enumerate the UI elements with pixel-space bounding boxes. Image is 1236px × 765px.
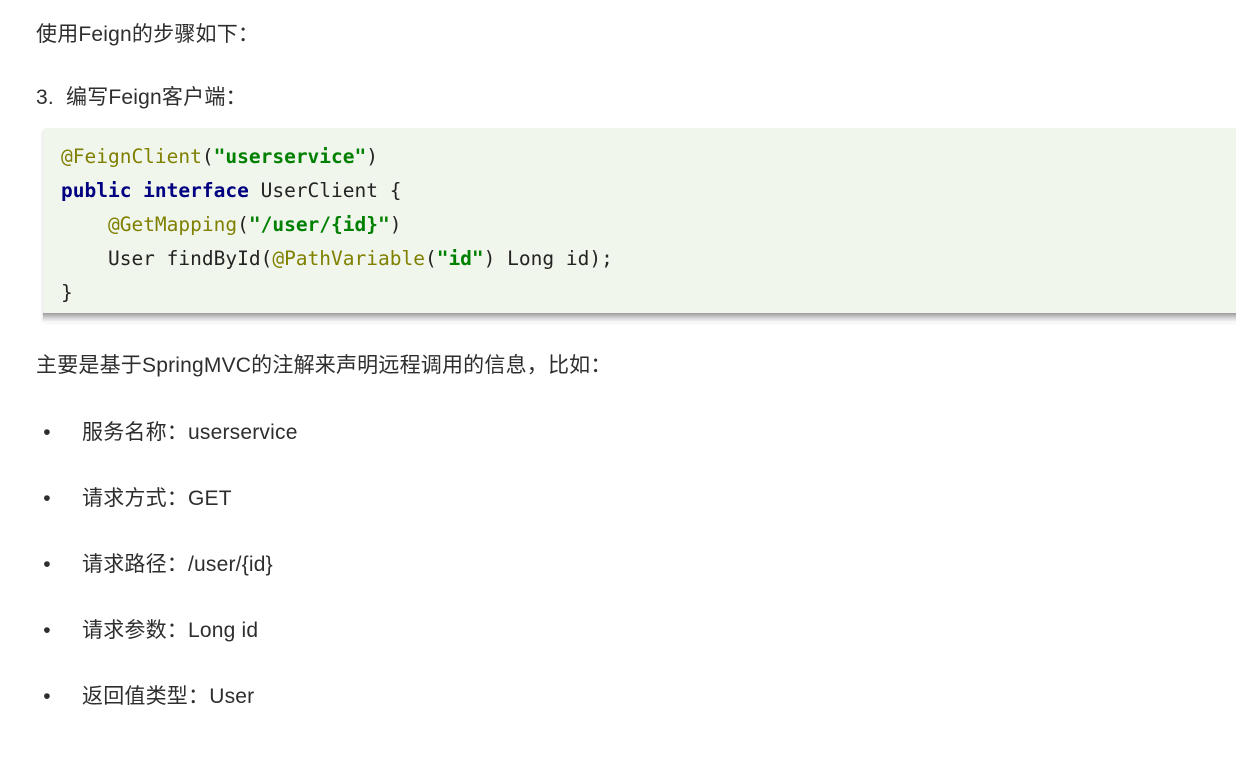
code-token-keyword: public interface [61,179,249,202]
code-token-plain: ) [366,145,379,168]
code-line: @FeignClient("userservice") [61,140,1236,174]
intro-paragraph: 使用Feign的步骤如下： [36,23,260,46]
list-item-label: 服务名称：userservice [82,421,298,444]
list-item: • 请求参数：Long id [36,616,1136,682]
code-token-string: "userservice" [213,145,367,168]
list-item: • 请求方式：GET [36,484,1136,550]
list-item-label: 返回值类型：User [82,685,255,708]
code-token-plain: User findById( [61,247,273,270]
list-item: • 请求路径：/user/{id} [36,550,1136,616]
code-token-string: "/user/{id}" [248,213,390,236]
document-page: 使用Feign的步骤如下： 3. 编写Feign客户端： @FeignClien… [0,0,1236,765]
code-token-string: "id" [436,247,484,270]
list-item-label: 请求路径：/user/{id} [82,553,273,576]
code-line: User findById(@PathVariable("id") Long i… [61,242,1236,276]
list-item-label: 请求方式：GET [82,487,232,510]
code-token-plain: ( [237,213,249,236]
bullet-list: • 服务名称：userservice • 请求方式：GET • 请求路径：/user/{i… [36,418,1136,748]
code-line: public interface UserClient { [61,174,1236,208]
code-token-plain: } [61,281,73,304]
code-line: @GetMapping("/user/{id}") [61,208,1236,242]
list-item: • 返回值类型：User [36,682,1136,748]
code-token-annotation: @PathVariable [272,247,425,270]
code-token-plain: ) Long id); [483,247,613,270]
list-item: • 服务名称：userservice [36,418,1136,484]
code-block: @FeignClient("userservice") public interf… [43,128,1236,320]
bullet-marker-icon: • [43,421,51,444]
step-text: 编写Feign客户端： [66,86,247,109]
body-paragraph: 主要是基于SpringMVC的注解来声明远程调用的信息，比如： [36,354,612,377]
code-token-annotation: @FeignClient [61,145,202,168]
step-number: 3. [36,86,54,109]
code-lines: @FeignClient("userservice") public interf… [61,140,1236,310]
code-block-bottom-shadow [43,313,1236,323]
bullet-marker-icon: • [43,685,51,708]
bullet-marker-icon: • [43,487,51,510]
code-token-plain: ) [389,213,402,236]
code-token-annotation: @GetMapping [107,213,238,236]
numbered-step-item: 3. 编写Feign客户端： [36,83,247,113]
list-item-label: 请求参数：Long id [82,619,259,642]
bullet-marker-icon: • [43,619,51,642]
code-token-plain: ( [201,145,214,168]
code-line: } [61,276,1236,310]
code-token-plain: UserClient { [248,179,402,202]
bullet-marker-icon: • [43,553,51,576]
code-token-plain: ( [424,247,437,270]
